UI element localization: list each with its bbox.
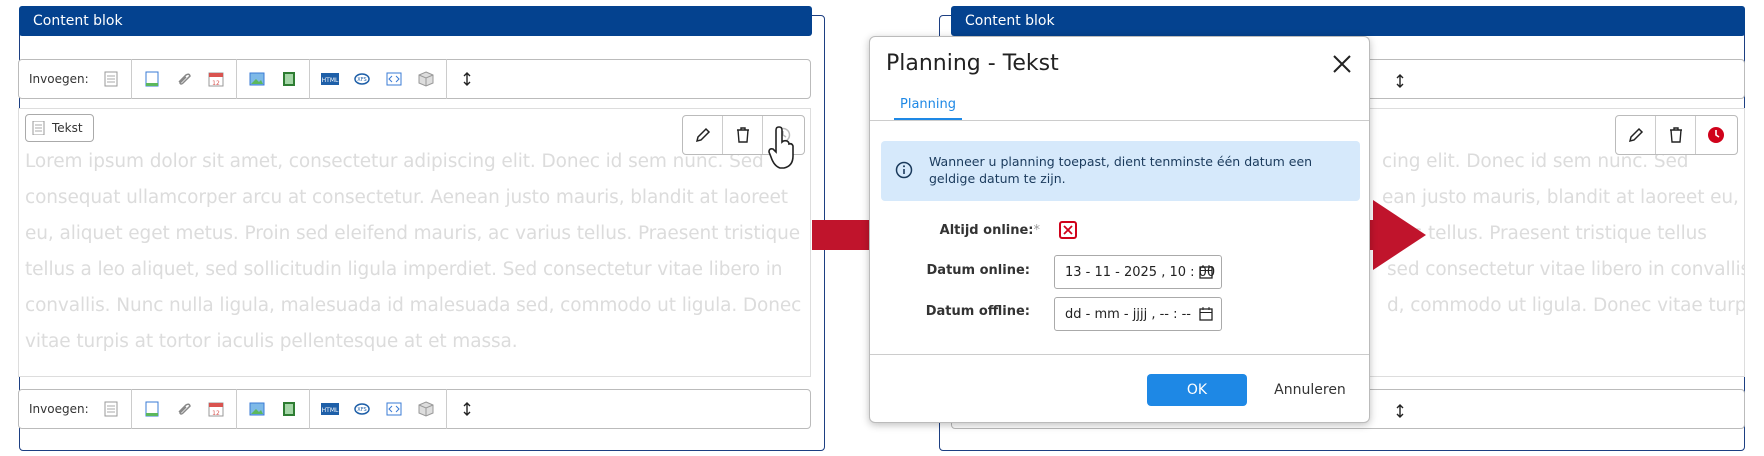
move-vertical-icon[interactable] — [1391, 72, 1409, 90]
date-offline-label: Datum offline: — [925, 304, 1030, 319]
planning-dialog: Planning - Tekst Planning Wanneer u plan… — [869, 36, 1370, 423]
svg-text:XFS: XFS — [357, 407, 366, 413]
text-block-tag: Tekst — [25, 114, 94, 142]
lorem-line: d, commodo ut ligula. Donec vitae turpis — [1387, 295, 1745, 316]
html-icon[interactable]: HTML — [320, 70, 339, 88]
tab-planning[interactable]: Planning — [894, 97, 962, 120]
tab-divider — [870, 120, 1369, 121]
toolbar-divider — [130, 389, 132, 429]
planning-button-active[interactable] — [1696, 116, 1736, 154]
film-icon[interactable] — [280, 70, 298, 88]
attachment-icon[interactable] — [175, 70, 193, 88]
move-vertical-icon[interactable] — [458, 400, 476, 418]
pencil-icon — [1628, 127, 1643, 143]
info-icon — [895, 161, 913, 179]
always-online-checkbox[interactable] — [1059, 221, 1077, 239]
document-icon[interactable] — [143, 400, 161, 418]
image-icon[interactable] — [248, 400, 266, 418]
calendar-icon[interactable]: 12 — [207, 400, 225, 418]
lorem-line: sed consectetur vitae libero in convalli… — [1387, 259, 1745, 280]
svg-text:XFS: XFS — [357, 77, 366, 83]
calendar-picker-icon[interactable] — [1199, 265, 1213, 279]
toolbar-divider — [445, 59, 447, 99]
hand-cursor-icon — [768, 126, 794, 169]
tag-label: Tekst — [52, 121, 83, 135]
lorem-line: ius tellus. Praesent tristique tellus — [1396, 223, 1707, 244]
footer-divider — [870, 354, 1369, 355]
cancel-button[interactable]: Annuleren — [1265, 374, 1355, 406]
edit-button[interactable] — [1616, 116, 1656, 154]
date-online-label: Datum online: — [926, 263, 1030, 278]
left-panel-header: Content blok — [19, 6, 812, 36]
spider-icon[interactable]: XFS — [353, 70, 371, 88]
always-online-label: Altijd online:* — [939, 223, 1040, 238]
svg-text:HTML: HTML — [321, 77, 338, 84]
ok-button[interactable]: OK — [1147, 374, 1247, 406]
cube-icon[interactable] — [417, 70, 435, 88]
trash-icon — [736, 127, 749, 143]
toolbar-divider — [445, 389, 447, 429]
close-icon[interactable] — [1329, 51, 1355, 77]
toolbar-divider — [235, 389, 237, 429]
lorem-text: Lorem ipsum dolor sit amet, consectetur … — [25, 151, 802, 352]
close-icon — [1063, 225, 1073, 235]
insert-label: Invoegen: — [29, 72, 89, 86]
date-offline-value: dd - mm - jjjj , -- : -- — [1065, 306, 1191, 322]
svg-text:12: 12 — [212, 410, 220, 417]
pencil-icon — [695, 127, 710, 143]
clock-icon — [1708, 127, 1724, 143]
left-top-insert-toolbar: Invoegen: 12 HTML XFS — [18, 59, 811, 99]
toolbar-divider — [130, 59, 132, 99]
film-icon[interactable] — [280, 400, 298, 418]
date-offline-field[interactable]: dd - mm - jjjj , -- : -- — [1054, 297, 1222, 331]
dialog-title: Planning - Tekst — [886, 51, 1059, 76]
toolbar-divider — [235, 59, 237, 99]
move-vertical-icon[interactable] — [1391, 402, 1409, 420]
svg-text:HTML: HTML — [321, 407, 338, 414]
info-alert: Wanneer u planning toepast, dient tenmin… — [881, 141, 1360, 201]
right-block-actions — [1615, 115, 1738, 155]
calendar-icon[interactable]: 12 — [207, 70, 225, 88]
image-icon[interactable] — [248, 70, 266, 88]
info-text: Wanneer u planning toepast, dient tenmin… — [929, 154, 1313, 186]
document-icon[interactable] — [143, 70, 161, 88]
lorem-line: ean justo mauris, blandit at laoreet eu, — [1382, 187, 1739, 208]
toolbar-divider — [308, 59, 310, 99]
embed-icon[interactable] — [385, 400, 403, 418]
insert-label: Invoegen: — [29, 402, 89, 416]
html-icon[interactable]: HTML — [320, 400, 339, 418]
svg-text:12: 12 — [212, 80, 220, 87]
spider-icon[interactable]: XFS — [353, 400, 371, 418]
date-online-field[interactable]: 13 - 11 - 2025 , 10 : 00 — [1054, 255, 1222, 289]
text-icon[interactable] — [102, 400, 120, 418]
edit-button[interactable] — [683, 116, 723, 154]
move-vertical-icon[interactable] — [458, 70, 476, 88]
calendar-picker-icon[interactable] — [1199, 307, 1213, 321]
attachment-icon[interactable] — [175, 400, 193, 418]
date-online-value: 13 - 11 - 2025 , 10 : 00 — [1065, 264, 1216, 280]
trash-icon — [1669, 127, 1682, 143]
delete-button[interactable] — [723, 116, 763, 154]
right-panel-header: Content blok — [951, 6, 1745, 36]
toolbar-divider — [308, 389, 310, 429]
text-icon[interactable] — [102, 70, 120, 88]
delete-button[interactable] — [1656, 116, 1696, 154]
embed-icon[interactable] — [385, 70, 403, 88]
cube-icon[interactable] — [417, 400, 435, 418]
left-bottom-insert-toolbar: Invoegen: 12 HTML XFS — [18, 389, 811, 429]
text-icon — [32, 121, 45, 135]
